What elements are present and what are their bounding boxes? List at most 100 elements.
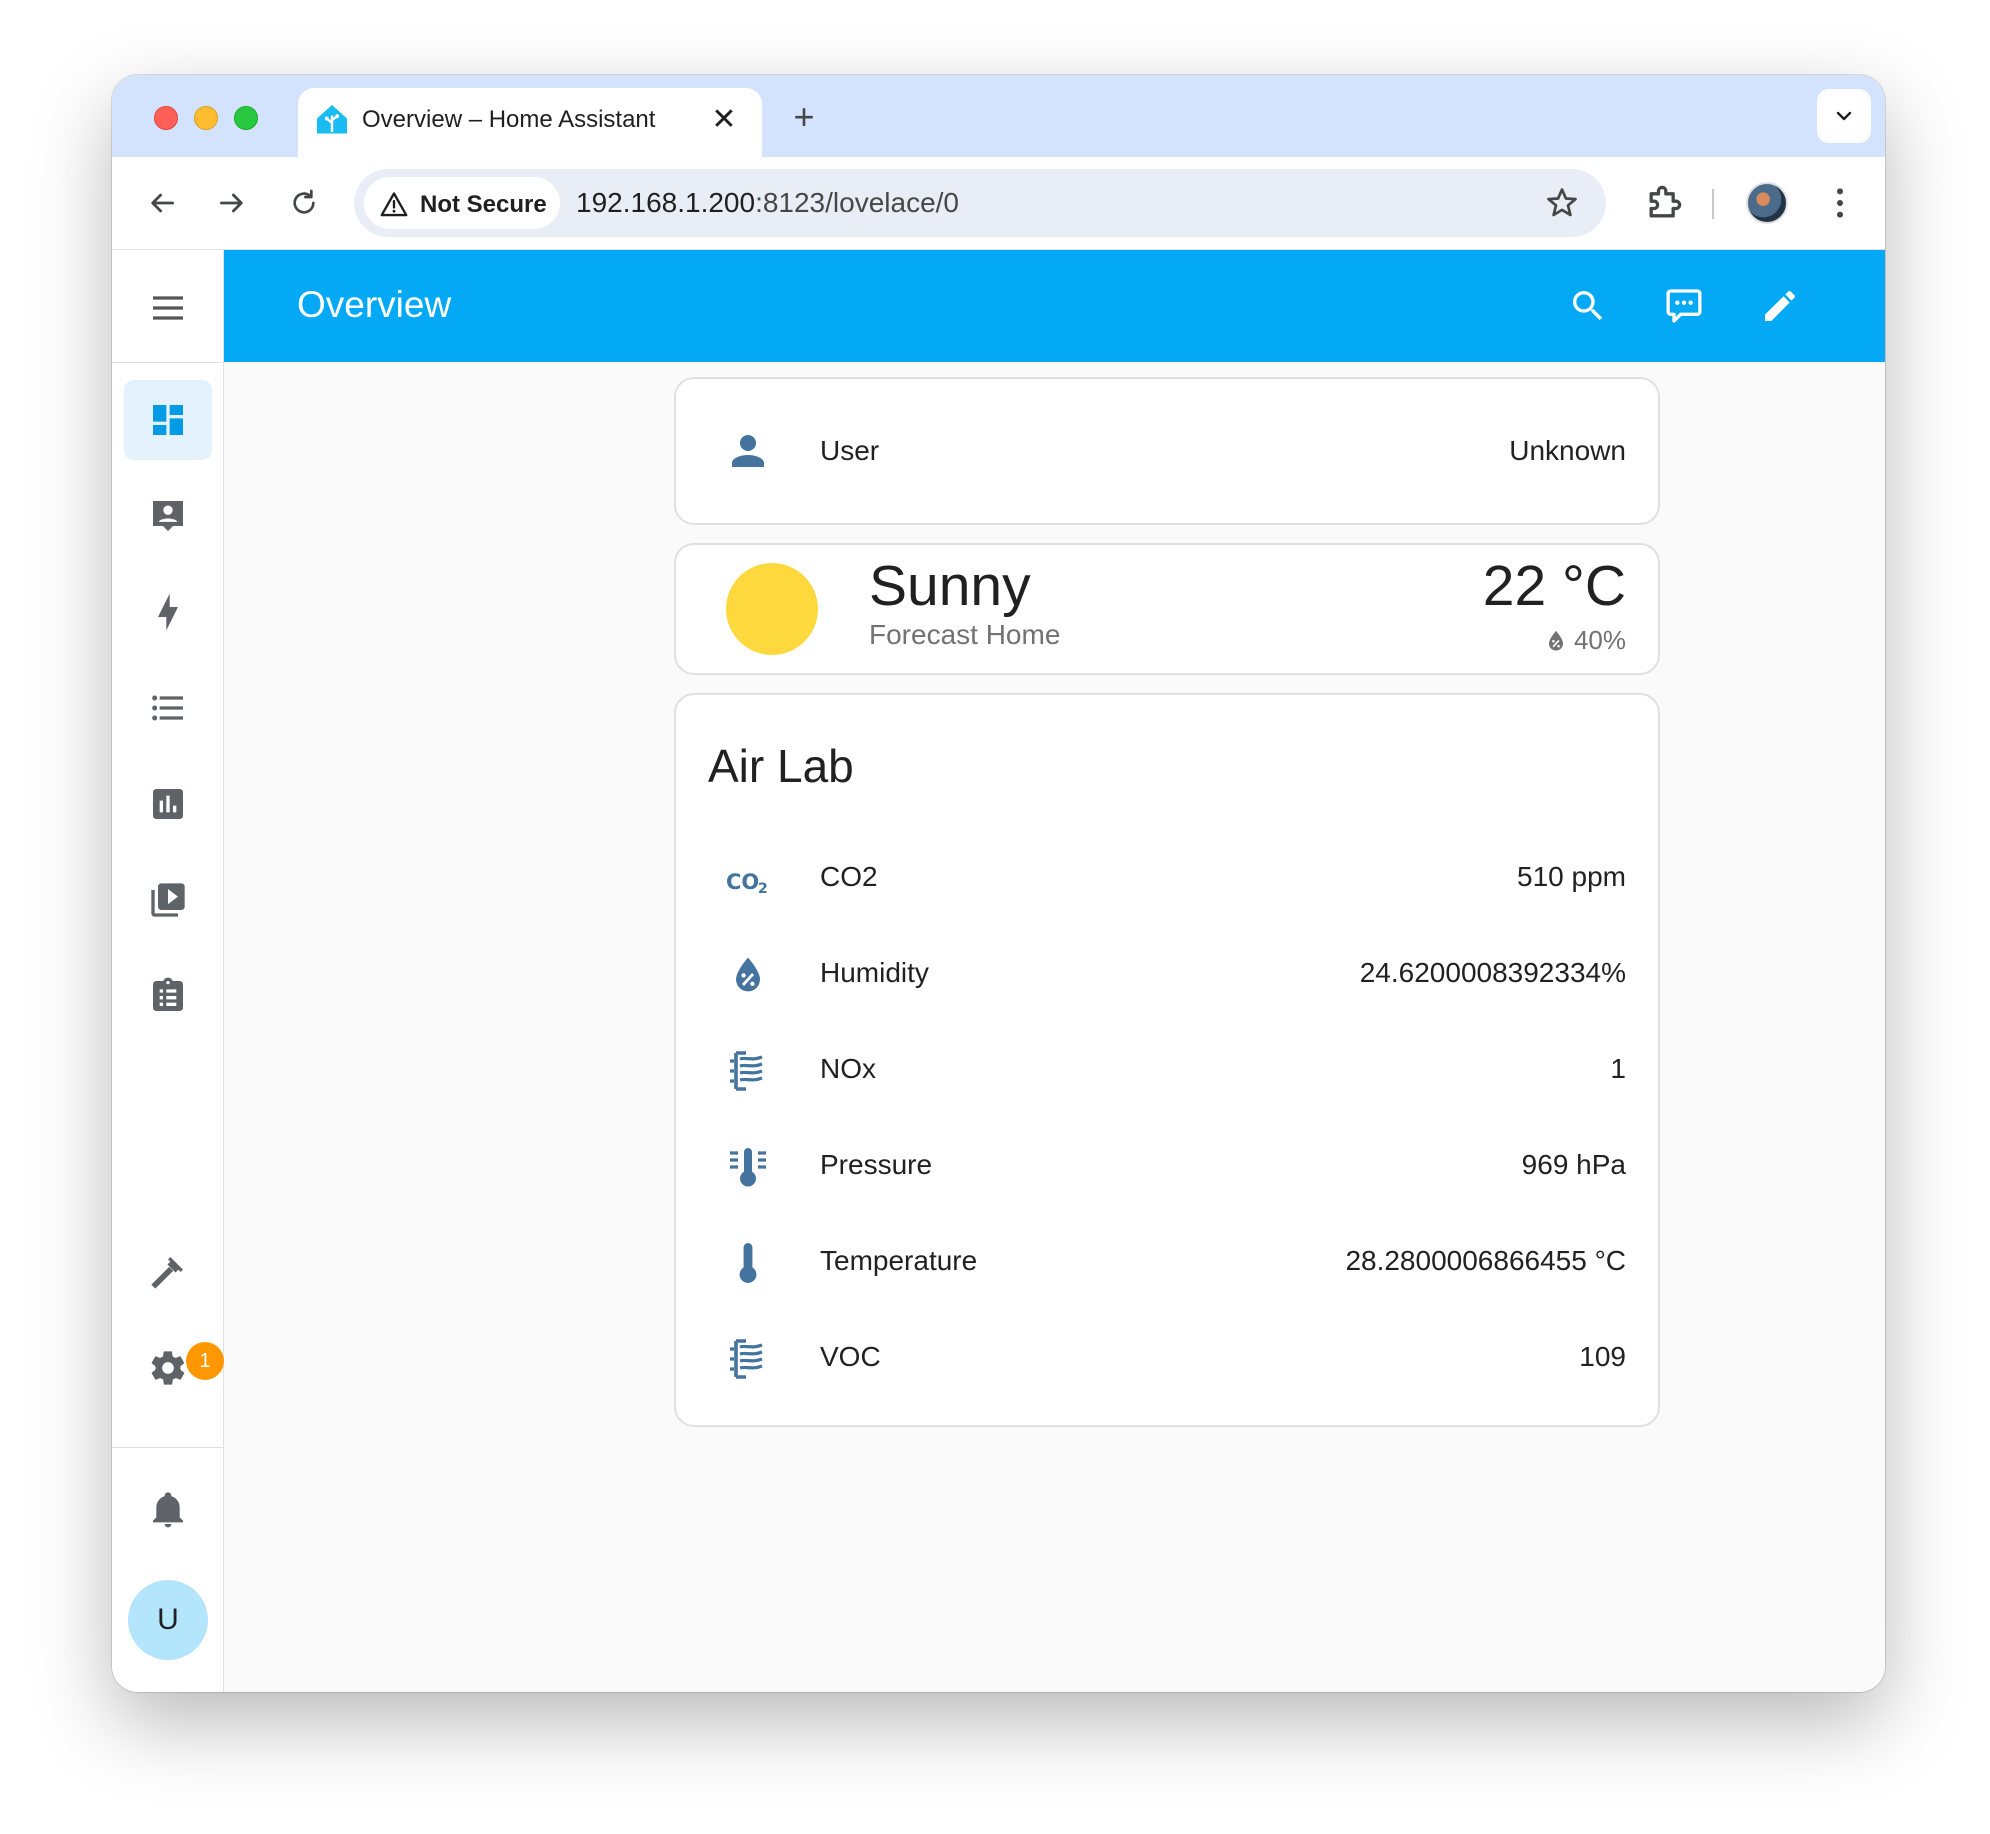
- search-button[interactable]: [1566, 284, 1610, 328]
- row-value-nox: 1: [1610, 1053, 1626, 1084]
- sidebar-item-logbook[interactable]: [124, 668, 212, 748]
- sidebar-item-notifications[interactable]: [124, 1469, 212, 1549]
- user-state: Unknown: [1509, 435, 1626, 466]
- chevron-down-icon: [1836, 111, 1852, 121]
- sidebar-item-history[interactable]: [124, 764, 212, 844]
- weather-humidity: 40%: [1573, 625, 1626, 655]
- hammer-icon: [151, 1257, 183, 1289]
- bell-icon: [153, 1492, 183, 1528]
- search-icon: [1573, 291, 1603, 321]
- clipboard-list-icon: [153, 977, 183, 1011]
- settings-badge: 1: [186, 1342, 224, 1380]
- sidebar-divider: [112, 362, 224, 363]
- sidebar-item-media[interactable]: [124, 860, 212, 940]
- tab-title: Overview – Home Assistant: [362, 106, 656, 133]
- home-assistant-logo-icon: [317, 105, 347, 134]
- home-assistant-app: 1 U Overview User Unknown Sunny Forecast…: [112, 250, 1885, 1692]
- row-name-co2: CO2: [820, 861, 878, 892]
- user-avatar[interactable]: U: [128, 1580, 208, 1660]
- svg-text:CO: CO: [726, 870, 759, 894]
- sidebar-item-overview[interactable]: [124, 380, 212, 460]
- toolbar-divider: [1712, 189, 1714, 219]
- user-entity-card[interactable]: User Unknown: [674, 377, 1660, 525]
- format-list-icon: [152, 695, 183, 721]
- chart-box-icon: [153, 789, 183, 819]
- sidebar-item-energy[interactable]: [124, 572, 212, 652]
- play-box-multiple-icon: [151, 883, 185, 917]
- browser-toolbar: Not Secure 192.168.1.200:8123/lovelace/0: [112, 157, 1885, 250]
- bookmark-star-icon[interactable]: [1544, 185, 1580, 221]
- row-name-pressure: Pressure: [820, 1149, 933, 1180]
- row-value-humidity: 24.6200008392334%: [1359, 957, 1626, 988]
- row-value-co2: 510 ppm: [1517, 861, 1626, 892]
- sidebar-item-developer-tools[interactable]: [124, 1232, 212, 1312]
- browser-window: Overview – Home Assistant ✕ + Not Secure…: [112, 75, 1885, 1692]
- tab-strip: Overview – Home Assistant ✕ +: [112, 75, 1885, 157]
- tab-search-button[interactable]: [1817, 89, 1871, 143]
- page-title: Overview: [297, 284, 452, 325]
- extensions-icon[interactable]: [1642, 181, 1686, 225]
- new-tab-button[interactable]: +: [784, 97, 824, 137]
- sidebar-item-map[interactable]: [124, 476, 212, 556]
- row-value-temperature: 28.2800006866455 °C: [1345, 1245, 1626, 1276]
- thermometer-lines-icon: [730, 1148, 766, 1187]
- air-filter-icon: [730, 1339, 763, 1379]
- weather-condition: Sunny: [869, 554, 1031, 618]
- menu-icon[interactable]: [148, 288, 188, 328]
- reload-button[interactable]: [282, 181, 326, 225]
- warning-icon: [380, 192, 408, 217]
- close-window-button[interactable]: [154, 106, 178, 130]
- weather-card[interactable]: Sunny Forecast Home 22 °C 40%: [674, 543, 1660, 675]
- gear-icon: [151, 1351, 185, 1385]
- more-vertical-icon[interactable]: [1820, 183, 1860, 223]
- molecule-co2-icon: CO 2: [726, 870, 768, 897]
- chat-dots-icon: [1666, 289, 1702, 323]
- edit-dashboard-button[interactable]: [1758, 284, 1802, 328]
- account-icon: [732, 435, 764, 467]
- card-title: Air Lab: [708, 740, 854, 792]
- dashboard-content: User Unknown Sunny Forecast Home 22 °C 4…: [224, 362, 1885, 1692]
- row-name-humidity: Humidity: [820, 957, 929, 988]
- minimize-window-button[interactable]: [194, 106, 218, 130]
- account-box-icon: [153, 501, 183, 531]
- sidebar-bottom-divider: [112, 1447, 224, 1448]
- url-path: :8123/lovelace/0: [755, 187, 959, 218]
- forward-button[interactable]: [210, 181, 254, 225]
- security-label: Not Secure: [420, 191, 547, 218]
- sidebar: 1 U: [112, 250, 224, 1692]
- svg-text:2: 2: [758, 881, 768, 897]
- row-name-voc: VOC: [820, 1341, 881, 1372]
- address-bar[interactable]: Not Secure 192.168.1.200:8123/lovelace/0: [354, 169, 1606, 237]
- pencil-icon: [1765, 291, 1795, 321]
- app-header: Overview: [224, 250, 1885, 362]
- sidebar-item-todo[interactable]: [124, 956, 212, 1036]
- row-value-voc: 109: [1579, 1341, 1626, 1372]
- sunny-weather-icon: [726, 563, 818, 655]
- dashboard-icon: [153, 405, 183, 435]
- weather-temperature: 22 °C: [1482, 554, 1626, 618]
- air-filter-icon: [730, 1051, 763, 1091]
- thermometer-icon: [739, 1243, 757, 1283]
- assist-button[interactable]: [1662, 284, 1706, 328]
- weather-entity-name: Forecast Home: [869, 619, 1061, 650]
- tab-close-icon[interactable]: ✕: [708, 104, 740, 136]
- profile-avatar[interactable]: [1746, 182, 1788, 224]
- row-name-temperature: Temperature: [820, 1245, 978, 1276]
- security-chip[interactable]: Not Secure: [364, 177, 560, 229]
- arrow-left-icon: [151, 193, 174, 213]
- tab-overview[interactable]: Overview – Home Assistant ✕: [298, 88, 762, 157]
- back-button[interactable]: [140, 181, 184, 225]
- row-name-nox: NOx: [820, 1053, 876, 1084]
- user-name: User: [820, 435, 880, 466]
- url-text[interactable]: 192.168.1.200:8123/lovelace/0: [576, 187, 959, 219]
- lightning-icon: [158, 593, 178, 631]
- sidebar-item-settings[interactable]: 1: [124, 1328, 224, 1408]
- row-value-pressure: 969 hPa: [1521, 1149, 1626, 1180]
- reload-icon: [293, 189, 315, 214]
- water-percent-icon: [1549, 630, 1563, 651]
- maximize-window-button[interactable]: [234, 106, 258, 130]
- water-percent-icon: [736, 957, 760, 992]
- arrow-right-icon: [220, 193, 243, 213]
- url-host: 192.168.1.200: [576, 187, 756, 218]
- air-lab-card: Air Lab CO 2 CO2 510 ppm Humidity 24.620…: [674, 693, 1660, 1427]
